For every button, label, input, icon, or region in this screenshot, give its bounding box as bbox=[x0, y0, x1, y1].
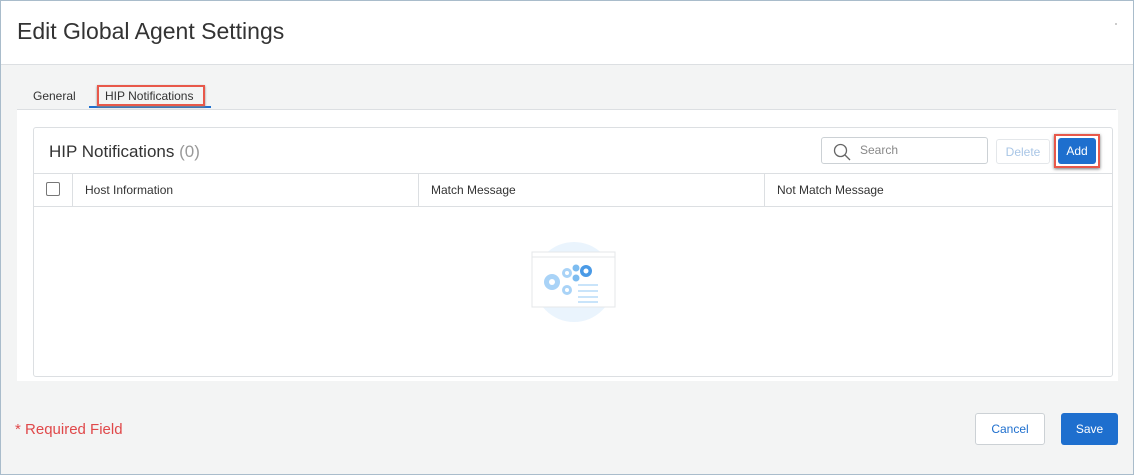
hip-notifications-card: HIP Notifications (0) Delete Add Host In… bbox=[33, 127, 1113, 377]
cancel-button[interactable]: Cancel bbox=[975, 413, 1045, 445]
column-match-message[interactable]: Match Message bbox=[418, 174, 764, 206]
select-all-checkbox[interactable] bbox=[46, 182, 60, 196]
delete-button[interactable]: Delete bbox=[996, 139, 1050, 164]
tab-panel: HIP Notifications (0) Delete Add Host In… bbox=[17, 110, 1118, 381]
search-box[interactable] bbox=[821, 137, 988, 164]
tab-hip-notifications-label: HIP Notifications bbox=[97, 85, 205, 106]
tab-bar: General HIP Notifications bbox=[17, 85, 1116, 110]
empty-state-gears-icon bbox=[531, 242, 616, 322]
search-icon bbox=[833, 143, 851, 161]
tab-general[interactable]: General bbox=[33, 89, 76, 103]
add-button[interactable]: Add bbox=[1058, 138, 1096, 164]
item-count: (0) bbox=[179, 142, 200, 161]
table-header: Host Information Match Message Not Match… bbox=[34, 173, 1112, 207]
required-asterisk: * bbox=[15, 421, 21, 438]
column-not-match-message[interactable]: Not Match Message bbox=[764, 174, 1112, 206]
card-title-text: HIP Notifications bbox=[49, 142, 175, 161]
dialog-title: Edit Global Agent Settings bbox=[17, 18, 285, 44]
required-field-label: Required Field bbox=[25, 421, 123, 438]
required-field-note: * Required Field bbox=[15, 421, 123, 438]
column-host-information[interactable]: Host Information bbox=[72, 174, 418, 206]
tab-hip-notifications[interactable]: HIP Notifications bbox=[89, 85, 211, 108]
card-title: HIP Notifications (0) bbox=[49, 142, 200, 162]
add-button-highlight: Add bbox=[1054, 134, 1100, 168]
save-button[interactable]: Save bbox=[1061, 413, 1118, 445]
search-input[interactable] bbox=[860, 143, 980, 157]
dialog: Edit Global Agent Settings General HIP N… bbox=[0, 0, 1134, 475]
dialog-decoration bbox=[1115, 23, 1117, 25]
dialog-header: Edit Global Agent Settings bbox=[1, 1, 1133, 65]
